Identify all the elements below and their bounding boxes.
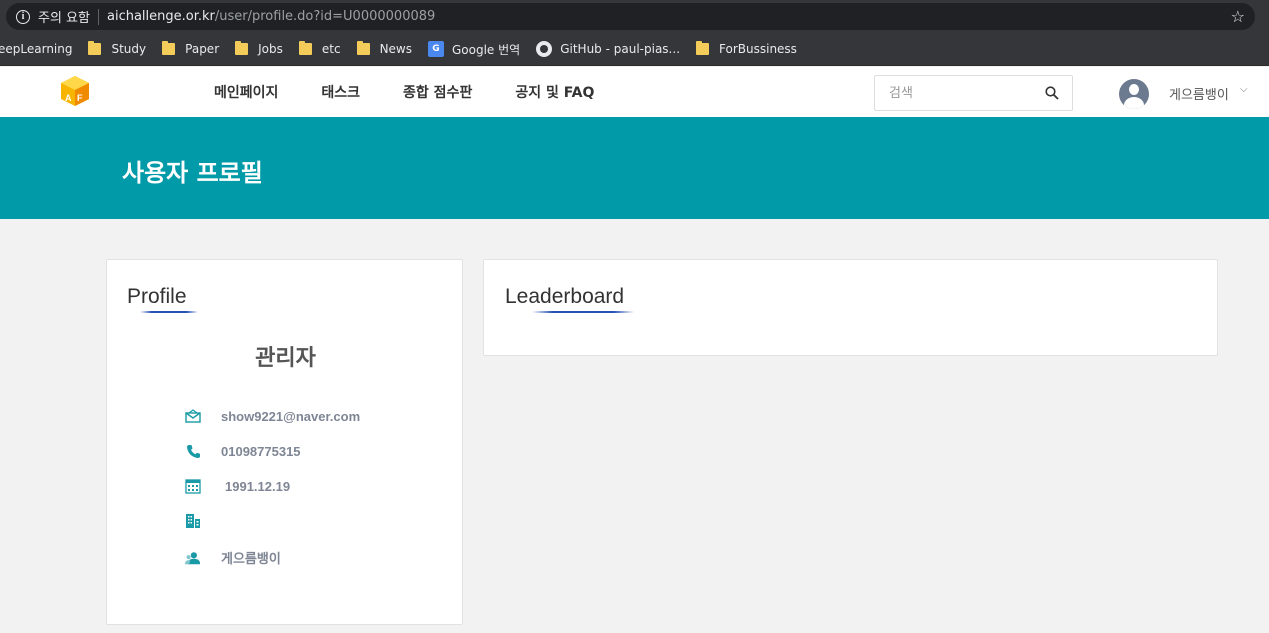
google-translate-icon: G xyxy=(428,41,444,57)
main-nav: 메인페이지 태스크 종합 점수판 공지 및 FAQ xyxy=(214,67,637,117)
bookmark-label: Google 번역 xyxy=(452,42,521,57)
profile-organization-row xyxy=(185,513,221,529)
profile-email-row: show9221@naver.com xyxy=(185,408,360,424)
profile-name: 관리자 xyxy=(255,346,316,371)
folder-icon xyxy=(356,41,370,55)
bookmark-label: News xyxy=(379,42,412,56)
bookmark-label: Study xyxy=(111,42,147,56)
search-icon[interactable] xyxy=(1045,86,1059,100)
bookmark-paper[interactable]: Paper xyxy=(162,41,220,56)
bookmark-label: GitHub - paul-pias... xyxy=(560,42,681,56)
bookmark-jobs[interactable]: Jobs xyxy=(235,41,283,56)
profile-birthdate: 1991.12.19 xyxy=(225,478,291,494)
folder-icon xyxy=(235,41,249,55)
url-host[interactable]: aichallenge.or.kr xyxy=(107,9,215,24)
profile-phone: 01098775315 xyxy=(221,443,301,459)
omnibox[interactable]: i 주의 요함 aichallenge.or.kr/user/profile.d… xyxy=(6,3,1255,30)
info-icon[interactable]: i xyxy=(16,9,30,24)
title-underline xyxy=(532,311,634,313)
site-logo-icon[interactable]: A F xyxy=(60,75,90,107)
search-box xyxy=(874,75,1073,111)
browser-url-bar: i 주의 요함 aichallenge.or.kr/user/profile.d… xyxy=(0,0,1269,33)
bookmark-forbussiness[interactable]: ForBussiness xyxy=(696,41,797,56)
building-icon xyxy=(185,513,201,529)
bookmark-study[interactable]: Study xyxy=(88,41,147,56)
leaderboard-card-title: Leaderboard xyxy=(505,285,625,308)
profile-email: show9221@naver.com xyxy=(221,408,361,424)
leaderboard-card: Leaderboard xyxy=(483,259,1218,356)
page-title: 사용자 프로필 xyxy=(122,159,263,187)
mail-icon xyxy=(185,408,201,424)
nav-item-leaderboard[interactable]: 종합 점수판 xyxy=(403,82,472,102)
url-path[interactable]: /user/profile.do?id=U0000000089 xyxy=(215,9,435,24)
bookmark-label: Jobs xyxy=(258,42,283,56)
bookmark-deeplearning[interactable]: eepLearning xyxy=(0,42,72,56)
bookmark-label: etc xyxy=(321,42,341,56)
bookmark-google-translate[interactable]: G Google 번역 xyxy=(428,41,520,58)
bookmark-label: eepLearning xyxy=(0,42,73,56)
profile-card-title: Profile xyxy=(127,285,187,308)
svg-text:F: F xyxy=(77,93,83,103)
svg-text:A: A xyxy=(65,93,72,103)
chevron-down-icon[interactable]: ⌵ xyxy=(1240,84,1248,95)
site-header: A F 메인페이지 태스크 종합 점수판 공지 및 FAQ 게으름뱅이 ⌵ xyxy=(0,67,1269,117)
bookmark-star-icon[interactable]: ☆ xyxy=(1231,7,1245,26)
bookmarks-bar: eepLearning Study Paper Jobs etc News G … xyxy=(0,33,1269,66)
title-underline xyxy=(140,311,198,313)
bookmark-label: ForBussiness xyxy=(719,42,797,56)
folder-icon xyxy=(696,41,710,55)
profile-card: Profile 관리자 show9221@naver.com 010987753… xyxy=(106,259,463,625)
profile-nickname-row: 게으름뱅이 xyxy=(185,548,281,567)
divider xyxy=(97,8,99,25)
phone-icon xyxy=(185,443,201,459)
bookmark-news[interactable]: News xyxy=(356,41,412,56)
user-icon xyxy=(185,550,201,566)
bookmark-label: Paper xyxy=(185,42,220,56)
folder-icon xyxy=(298,41,312,55)
folder-icon xyxy=(162,41,176,55)
folder-icon xyxy=(88,41,102,55)
profile-nickname: 게으름뱅이 xyxy=(221,551,281,566)
bookmark-github[interactable]: GitHub - paul-pias... xyxy=(536,41,680,57)
user-menu-name[interactable]: 게으름뱅이 xyxy=(1169,84,1229,103)
search-input[interactable] xyxy=(889,85,1039,101)
page-banner: 사용자 프로필 xyxy=(0,117,1269,219)
github-icon xyxy=(536,41,553,57)
avatar[interactable] xyxy=(1119,79,1149,109)
calendar-icon xyxy=(185,478,201,494)
bookmark-etc[interactable]: etc xyxy=(298,41,341,56)
security-warning[interactable]: 주의 요함 xyxy=(38,7,90,26)
nav-item-main[interactable]: 메인페이지 xyxy=(214,82,278,102)
nav-item-notice-faq[interactable]: 공지 및 FAQ xyxy=(515,82,594,102)
nav-item-tasks[interactable]: 태스크 xyxy=(321,82,360,102)
profile-phone-row: 01098775315 xyxy=(185,443,301,459)
profile-birthdate-row: 1991.12.19 xyxy=(185,478,290,494)
